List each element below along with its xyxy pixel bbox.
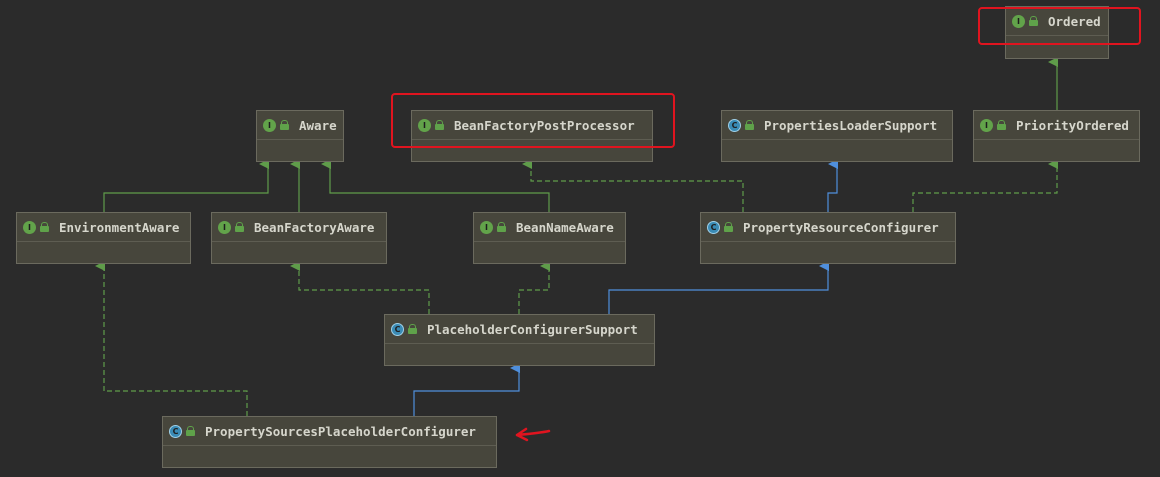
class-badge-icon: C [169, 424, 182, 438]
edge-prc-to-priority [912, 159, 1058, 212]
node-bnaware[interactable]: I BeanNameAware [473, 212, 626, 264]
edge-prc-to-bfpp [522, 159, 744, 212]
node-bfaware[interactable]: I BeanFactoryAware [211, 212, 387, 264]
public-lock-icon [724, 222, 733, 232]
node-aware[interactable]: I Aware [256, 110, 344, 162]
node-priority[interactable]: I PriorityOrdered [973, 110, 1140, 162]
public-lock-icon [280, 120, 289, 130]
public-lock-icon [186, 426, 195, 436]
node-header: I BeanNameAware [474, 213, 625, 242]
node-header: I PriorityOrdered [974, 111, 1139, 140]
node-header: C PropertiesLoaderSupport [722, 111, 952, 140]
class-badge-icon: C [707, 220, 720, 234]
node-pls[interactable]: C PropertiesLoaderSupport [721, 110, 953, 162]
node-label: Aware [299, 117, 337, 133]
edge-pcs-to-prc [608, 261, 829, 314]
edge-envaware-to-aware [103, 159, 269, 212]
uml-class-diagram: I Ordered I Aware I BeanFactoryPostProcessor C… [0, 0, 1160, 477]
edge-pcs-to-bnaware [518, 261, 550, 314]
node-header: I EnvironmentAware [17, 213, 190, 242]
interface-badge-icon: I [218, 220, 231, 234]
node-label: EnvironmentAware [59, 219, 180, 235]
node-label: PropertySourcesPlaceholderConfigurer [205, 423, 476, 439]
node-envaware[interactable]: I EnvironmentAware [16, 212, 191, 264]
public-lock-icon [497, 222, 506, 232]
pointer-arrow-icon [515, 427, 551, 442]
interface-badge-icon: I [263, 118, 276, 132]
public-lock-icon [235, 222, 244, 232]
node-header: C PlaceholderConfigurerSupport [385, 315, 654, 344]
public-lock-icon [408, 324, 417, 334]
edge-psp-to-pcs [413, 363, 520, 416]
node-label: BeanNameAware [516, 219, 614, 235]
node-header: C PropertyResourceConfigurer [701, 213, 955, 242]
public-lock-icon [997, 120, 1006, 130]
class-badge-icon: C [391, 322, 404, 336]
node-header: I BeanFactoryAware [212, 213, 386, 242]
node-psp[interactable]: C PropertySourcesPlaceholderConfigurer [162, 416, 497, 468]
edge-pcs-to-bfaware [290, 261, 430, 314]
interface-badge-icon: I [980, 118, 993, 132]
interface-badge-icon: I [23, 220, 36, 234]
highlight-box-ordered [978, 7, 1141, 45]
edge-bnaware-to-aware [321, 159, 550, 212]
class-badge-icon: C [728, 118, 741, 132]
interface-badge-icon: I [480, 220, 493, 234]
node-label: PlaceholderConfigurerSupport [427, 321, 638, 337]
node-label: PropertyResourceConfigurer [743, 219, 939, 235]
node-label: PriorityOrdered [1016, 117, 1129, 133]
public-lock-icon [40, 222, 49, 232]
node-prc[interactable]: C PropertyResourceConfigurer [700, 212, 956, 264]
public-lock-icon [745, 120, 754, 130]
node-header: I Aware [257, 111, 343, 140]
edge-psp-to-envaware [95, 261, 248, 416]
node-header: C PropertySourcesPlaceholderConfigurer [163, 417, 496, 446]
node-label: BeanFactoryAware [254, 219, 375, 235]
highlight-box-bfpp [391, 93, 675, 148]
node-label: PropertiesLoaderSupport [764, 117, 938, 133]
node-pcs[interactable]: C PlaceholderConfigurerSupport [384, 314, 655, 366]
edge-prc-to-pls [827, 159, 838, 212]
